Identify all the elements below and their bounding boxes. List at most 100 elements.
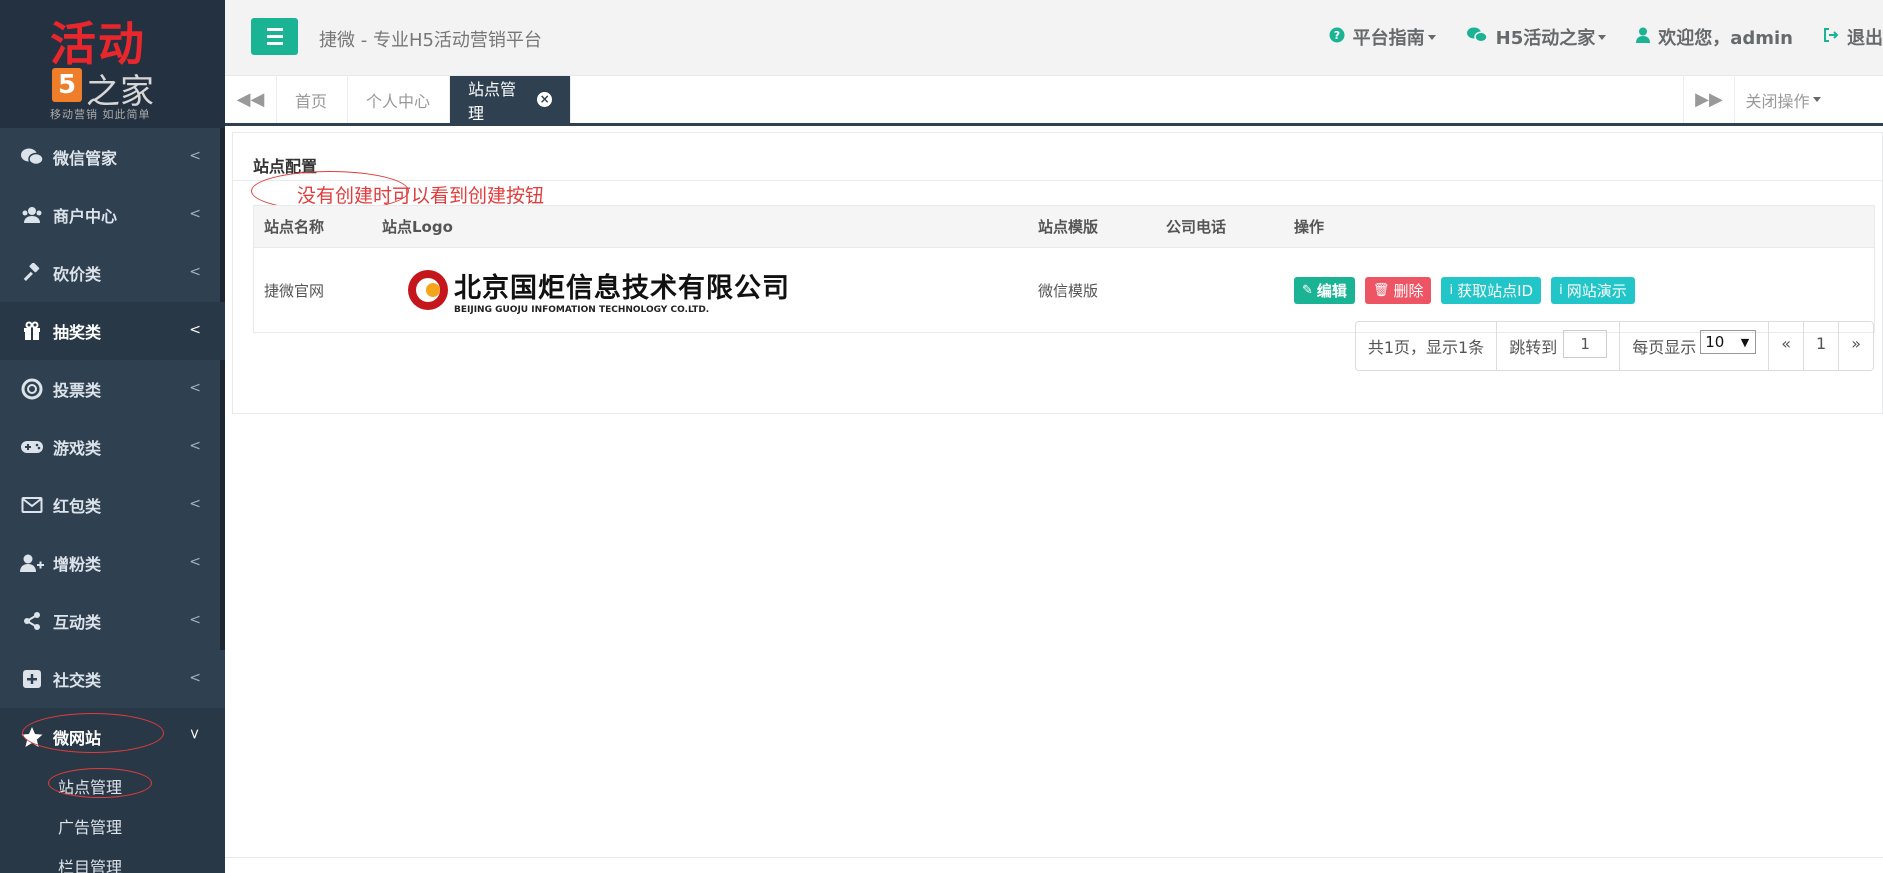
wechat-icon (1466, 26, 1488, 49)
table-header: 站点名称 站点Logo 站点模版 公司电话 操作 (254, 206, 1874, 248)
col-header-name[interactable]: 站点名称 (254, 216, 382, 237)
demo-label: 网站演示 (1566, 281, 1627, 300)
pager-jump: 跳转到 1 (1497, 322, 1621, 370)
company-name-en: BEIJING GUOJU INFOMATION TECHNOLOGY CO.L… (454, 304, 710, 315)
sidebar-item-microsite[interactable]: 微网站 < (0, 708, 225, 766)
delete-button[interactable]: 🗑 删除 (1364, 276, 1432, 304)
close-tab-icon[interactable]: × (537, 92, 552, 107)
edit-icon: ✎ (1302, 282, 1313, 298)
sidebar-item-label: 抽奖类 (53, 323, 102, 342)
sidebar-item-wechat[interactable]: 微信管家 < (0, 128, 225, 186)
company-name-cn: 北京国炬信息技术有限公司 (454, 272, 790, 304)
table-row[interactable]: 捷微官网 北京国炬信息技术有限公司 BEIJING GUOJU INFOMATI… (254, 248, 1874, 332)
menu-toggle-button[interactable] (251, 18, 298, 55)
pager-page-1[interactable]: 1 (1804, 322, 1840, 370)
logout-button[interactable]: 退出 (1823, 24, 1883, 50)
site-demo-button[interactable]: i 网站演示 (1551, 276, 1635, 304)
jump-label: 跳转到 (1509, 338, 1558, 357)
tab-scroll-left-button[interactable]: ◀◀ (225, 76, 277, 123)
user-welcome[interactable]: 欢迎您，admin (1636, 24, 1793, 50)
sidebar-item-social[interactable]: 社交类 < (0, 650, 225, 708)
lifebuoy-icon (19, 378, 45, 400)
question-circle-icon: ? (1329, 27, 1345, 48)
guide-dropdown[interactable]: ? 平台指南 (1329, 24, 1436, 50)
h5home-dropdown[interactable]: H5活动之家 (1466, 24, 1607, 50)
chevron-left-icon: < (189, 322, 201, 338)
tabs-bar: ◀◀ 首页 个人中心 站点管理 × ▶▶ 关闭操作 (225, 76, 1883, 126)
caret-down-icon (1427, 34, 1436, 40)
sidebar-item-lottery[interactable]: 抽奖类 < (0, 302, 225, 360)
gift-icon (19, 320, 45, 342)
envelope-icon (19, 494, 45, 516)
chevron-left-icon: < (189, 148, 201, 164)
per-page-select[interactable]: 10 ▼ (1700, 330, 1757, 354)
sidebar-item-interact[interactable]: 互动类 < (0, 592, 225, 650)
guide-label: 平台指南 (1352, 28, 1425, 49)
sidebar-subitem-ad-manage[interactable]: 广告管理 (0, 806, 225, 846)
edit-button[interactable]: ✎ 编辑 (1294, 276, 1355, 304)
tab-site-manage[interactable]: 站点管理 × (450, 76, 571, 123)
sidebar-subitem-column-manage[interactable]: 栏目管理 (0, 846, 225, 873)
jump-page-input[interactable]: 1 (1563, 330, 1608, 358)
double-left-icon: ◀◀ (236, 89, 265, 110)
star-icon (19, 726, 45, 748)
sidebar-item-merchant[interactable]: 商户中心 < (0, 186, 225, 244)
sidebar-subitem-site-manage[interactable]: 站点管理 (0, 766, 225, 806)
gamepad-icon (19, 436, 45, 458)
caret-down-icon (1598, 34, 1607, 40)
sidebar-item-label: 砍价类 (53, 265, 102, 284)
welcome-label: 欢迎您，admin (1658, 28, 1793, 49)
pager-prev-button[interactable]: « (1769, 322, 1805, 370)
col-header-actions: 操作 (1294, 218, 1325, 236)
sidebar-item-bargain[interactable]: 砍价类 < (0, 244, 225, 302)
delete-label: 删除 (1393, 281, 1424, 300)
chevron-left-icon: < (189, 438, 201, 454)
sidebar-item-label: 商户中心 (53, 207, 118, 226)
col-header-template[interactable]: 站点模版 (1038, 216, 1166, 237)
chevron-left-icon: < (189, 206, 201, 222)
sidebar-item-label: 增粉类 (53, 555, 102, 574)
logo-five-badge: 5 (52, 68, 82, 102)
chevron-left-icon: < (189, 670, 201, 686)
chevron-left-icon: < (189, 264, 201, 280)
wechat-icon (19, 146, 45, 168)
chevron-left-icon: < (189, 554, 201, 570)
col-header-logo[interactable]: 站点Logo (382, 216, 1038, 237)
sidebar-item-label: 红包类 (53, 497, 102, 516)
get-site-id-button[interactable]: i 获取站点ID (1441, 276, 1542, 304)
panel-title: 站点配置 (233, 133, 1882, 181)
pager-per-page: 每页显示 10 ▼ (1620, 322, 1770, 370)
pager-next-button[interactable]: » (1839, 322, 1873, 370)
logo-slogan: 移动营销 如此简单 (50, 108, 151, 121)
site-config-panel: 站点配置 没有创建时可以看到创建按钮 站点名称 站点Logo 站点模版 公司电话… (232, 132, 1883, 414)
pagination: 共1页，显示1条 跳转到 1 每页显示 10 ▼ « 1 » (1354, 321, 1874, 371)
sidebar-item-label: 互动类 (53, 613, 102, 632)
col-header-phone[interactable]: 公司电话 (1166, 216, 1294, 237)
sidebar-item-fans[interactable]: 增粉类 < (0, 534, 225, 592)
h5home-label: H5活动之家 (1495, 28, 1596, 49)
annotation-note: 没有创建时可以看到创建按钮 (297, 185, 545, 207)
sidebar: 活动 5 之家 移动营销 如此简单 微信管家 < 商户中心 < 砍价类 < 抽奖… (0, 0, 225, 873)
site-table: 站点名称 站点Logo 站点模版 公司电话 操作 捷微官网 北京国炬信息技术有限… (253, 205, 1875, 333)
sidebar-item-vote[interactable]: 投票类 < (0, 360, 225, 418)
sidebar-item-label: 社交类 (53, 671, 102, 690)
company-logo-mark (408, 270, 448, 310)
sidebar-item-game[interactable]: 游戏类 < (0, 418, 225, 476)
info-icon: i (1559, 282, 1563, 298)
tab-home[interactable]: 首页 (277, 76, 348, 123)
pager-summary: 共1页，显示1条 (1356, 322, 1498, 370)
company-logo: 北京国炬信息技术有限公司 BEIJING GUOJU INFOMATION TE… (408, 266, 1038, 315)
sidebar-item-redpacket[interactable]: 红包类 < (0, 476, 225, 534)
cell-site-logo: 北京国炬信息技术有限公司 BEIJING GUOJU INFOMATION TE… (382, 266, 1038, 315)
tab-label: 个人中心 (366, 91, 431, 111)
tab-scroll-right-button[interactable]: ▶▶ (1683, 76, 1735, 123)
close-operations-dropdown[interactable]: 关闭操作 (1733, 76, 1833, 123)
triangle-down-icon: ▼ (1740, 335, 1750, 349)
submenu-microsite: 站点管理 广告管理 栏目管理 (0, 766, 225, 873)
tab-profile[interactable]: 个人中心 (348, 76, 450, 123)
info-icon: i (1449, 282, 1454, 298)
chevron-left-icon: < (189, 612, 201, 628)
edit-label: 编辑 (1316, 281, 1347, 300)
user-plus-icon (19, 552, 45, 574)
tab-label: 站点管理 (468, 79, 517, 123)
